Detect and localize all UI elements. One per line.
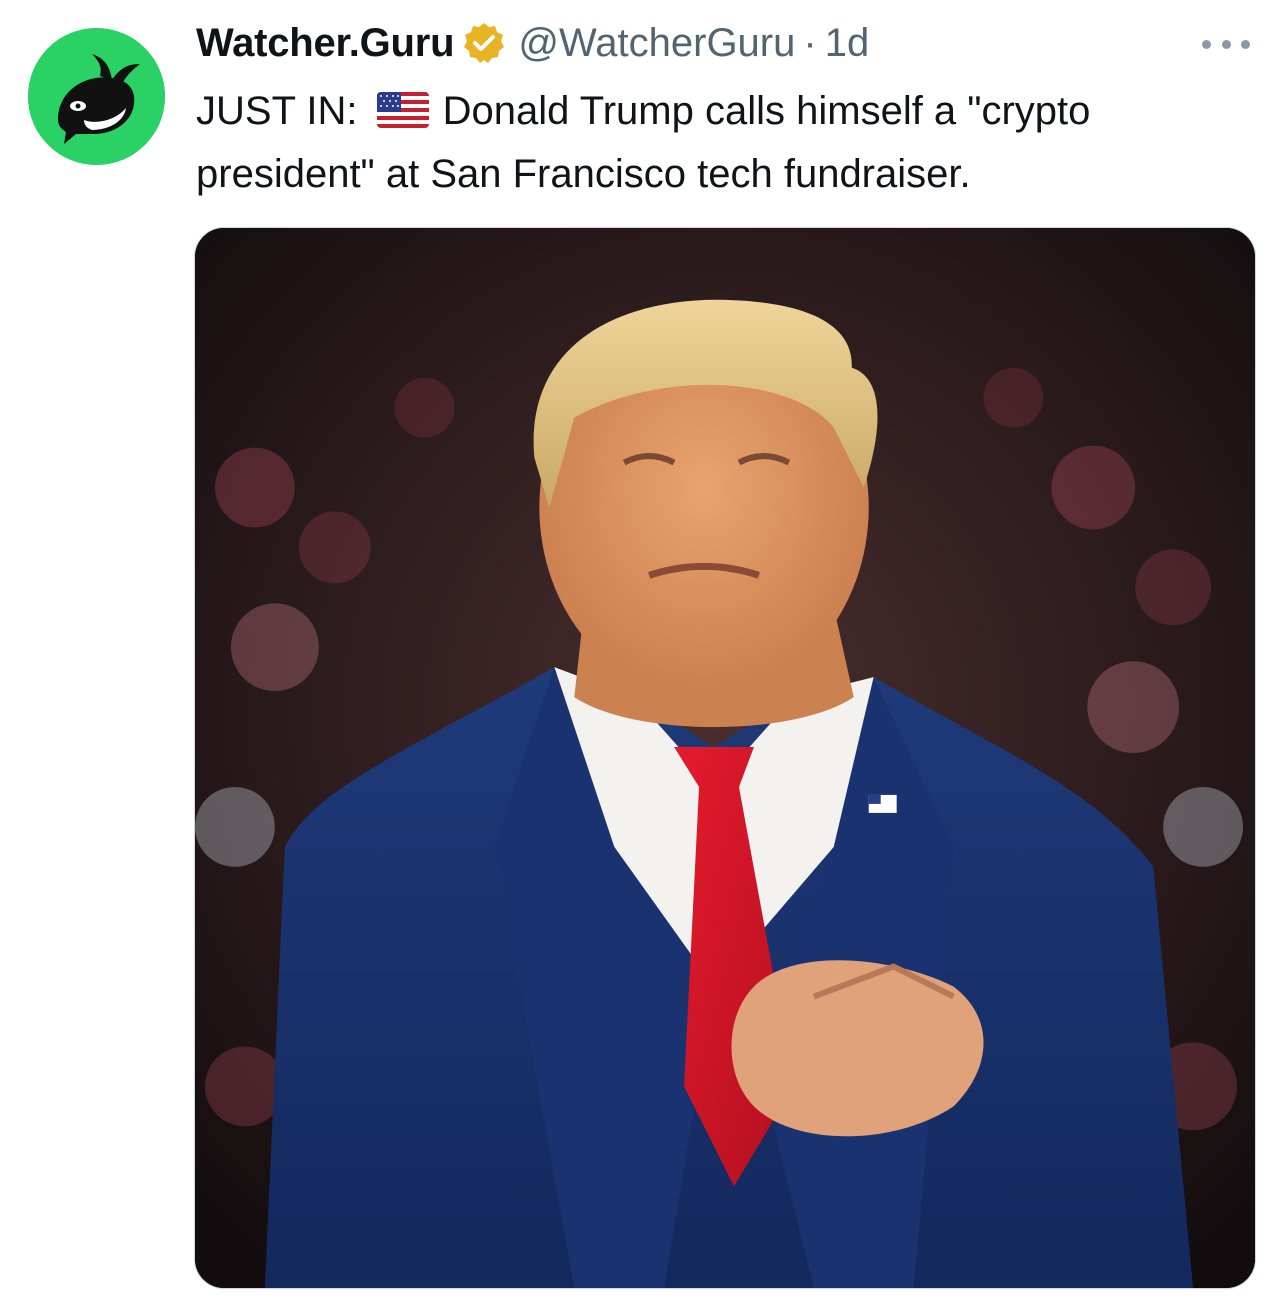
separator-dot: · [803, 20, 817, 65]
photo-image [195, 228, 1255, 1288]
whale-logo-icon [28, 28, 165, 165]
tweet: Watcher.Guru @WatcherGuru · 1d JUST IN: [0, 0, 1284, 1302]
more-options-icon[interactable] [1202, 36, 1250, 52]
tweet-header: Watcher.Guru @WatcherGuru · 1d [196, 18, 869, 68]
verified-badge-icon [462, 21, 506, 65]
tweet-timestamp[interactable]: 1d [825, 21, 870, 66]
tweet-photo[interactable] [194, 227, 1256, 1289]
tweet-text: JUST IN: Donald Trump calls himself a "c… [196, 80, 1266, 206]
us-flag-icon [376, 92, 429, 128]
author-handle[interactable]: @WatcherGuru [518, 21, 795, 66]
tweet-prefix: JUST IN: [196, 89, 358, 133]
author-display-name[interactable]: Watcher.Guru [196, 21, 455, 66]
author-avatar[interactable] [28, 28, 165, 165]
